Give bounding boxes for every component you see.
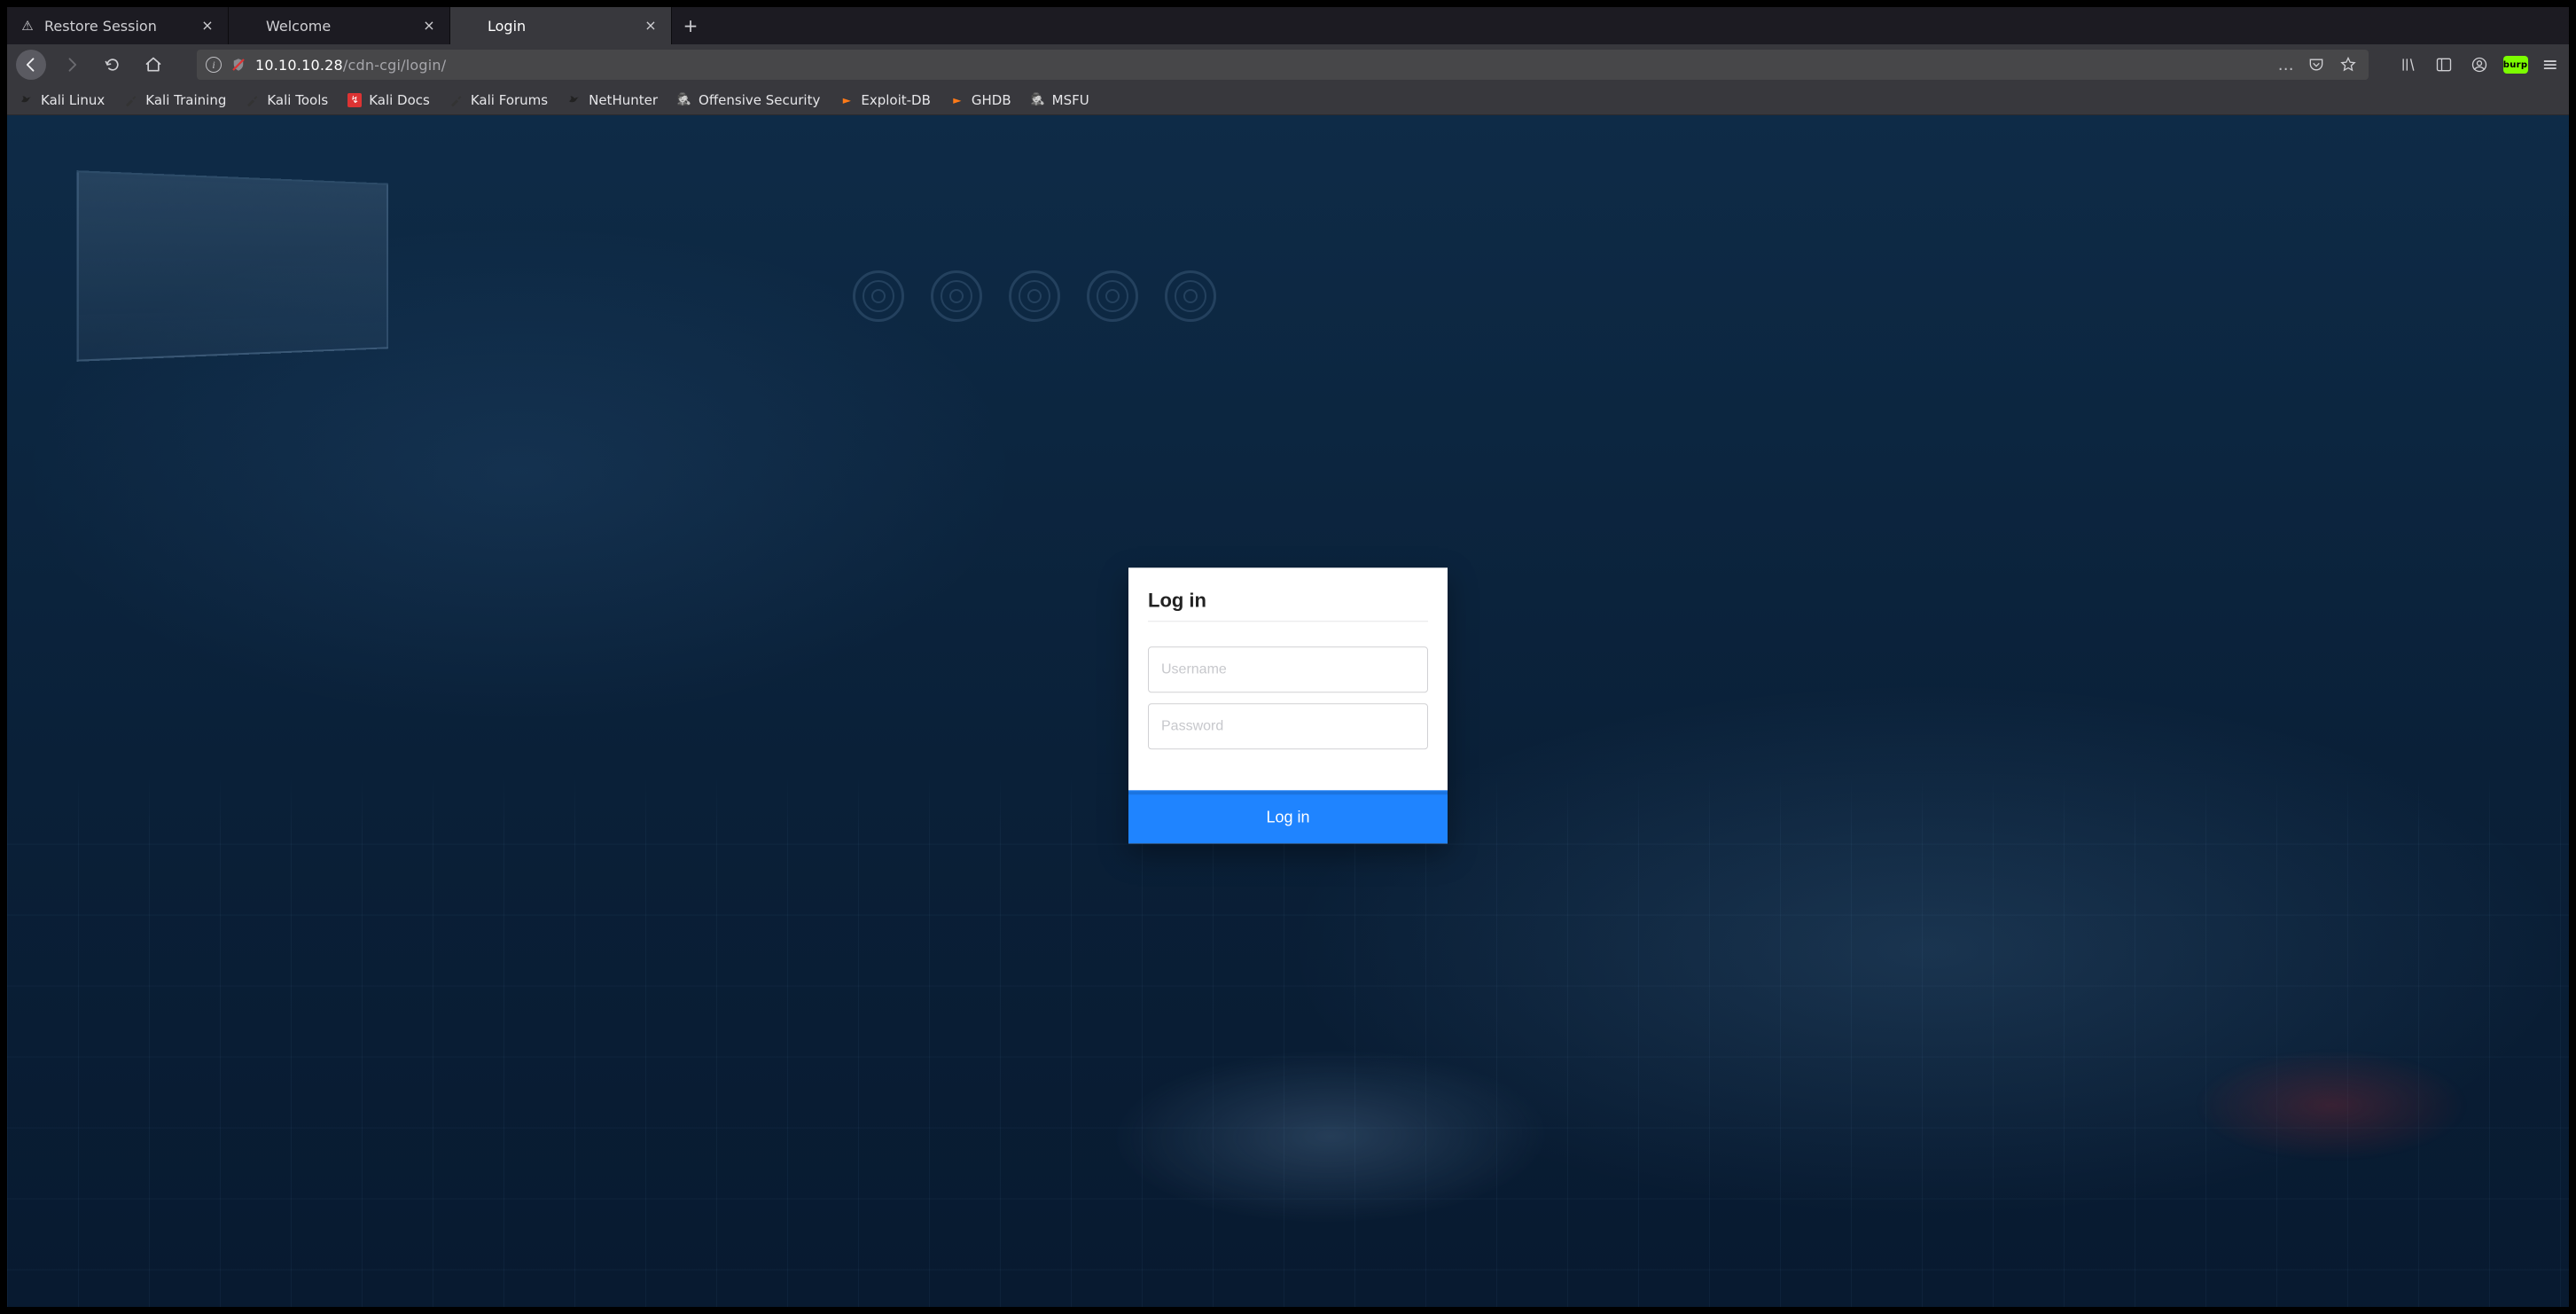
knife-icon <box>124 93 138 107</box>
new-tab-button[interactable]: + <box>672 7 709 44</box>
page-viewport: Log in Log in <box>7 115 2569 1307</box>
sync-icon <box>2471 56 2488 74</box>
exploitdb-icon <box>839 93 854 107</box>
knife-icon <box>449 93 464 107</box>
pocket-icon <box>2307 56 2325 74</box>
tab-label: Welcome <box>266 18 412 35</box>
site-info-icon[interactable]: i <box>206 57 222 73</box>
tab-strip: ⚠ Restore Session × Welcome × Login × + <box>7 7 2569 44</box>
docs-icon <box>347 93 362 107</box>
divider <box>1148 621 1428 622</box>
bg-wheel-row <box>853 270 1216 322</box>
close-icon[interactable]: × <box>199 18 215 34</box>
nav-toolbar: i 10.10.10.28/cdn-cgi/login/ … <box>7 44 2569 85</box>
bookmark-label: Kali Docs <box>369 92 430 108</box>
bookmarks-bar: Kali Linux Kali Training Kali Tools Kali… <box>7 85 2569 115</box>
forward-icon <box>63 56 81 74</box>
blank-favicon <box>463 18 479 34</box>
bookmark-kali-docs[interactable]: Kali Docs <box>347 92 430 108</box>
close-icon[interactable]: × <box>421 18 437 34</box>
warning-icon: ⚠ <box>20 18 35 34</box>
bookmark-ghdb[interactable]: GHDB <box>950 92 1011 108</box>
star-icon <box>2339 56 2357 74</box>
blank-favicon <box>241 18 257 34</box>
library-button[interactable] <box>2397 53 2420 76</box>
url-host: 10.10.10.28 <box>255 57 343 74</box>
bookmark-kali-tools[interactable]: Kali Tools <box>246 92 328 108</box>
pocket-button[interactable] <box>2305 53 2328 76</box>
tab-label: Login <box>488 18 634 35</box>
toolbar-right-icons: burp ≡ <box>2397 53 2560 76</box>
bookmark-offensive-security[interactable]: Offensive Security <box>677 92 820 108</box>
url-text: 10.10.10.28/cdn-cgi/login/ <box>255 57 2269 74</box>
home-icon <box>144 56 162 74</box>
bookmark-label: Kali Linux <box>41 92 105 108</box>
bg-wheel <box>853 270 904 322</box>
bg-wheel <box>1009 270 1060 322</box>
bookmark-nethunter[interactable]: NetHunter <box>567 92 658 108</box>
forward-button <box>57 50 87 80</box>
bookmark-label: GHDB <box>972 92 1011 108</box>
password-input[interactable] <box>1148 703 1428 749</box>
bookmark-label: Kali Tools <box>267 92 328 108</box>
tab-label: Restore Session <box>44 18 191 35</box>
bg-wheel <box>1165 270 1216 322</box>
knife-icon <box>246 93 260 107</box>
bookmark-label: Kali Training <box>145 92 226 108</box>
library-icon <box>2400 56 2417 74</box>
bookmark-label: NetHunter <box>589 92 658 108</box>
url-bar[interactable]: i 10.10.10.28/cdn-cgi/login/ … <box>197 50 2369 80</box>
dragon-icon <box>20 93 34 107</box>
url-path: /cdn-cgi/login/ <box>343 57 446 74</box>
close-icon[interactable]: × <box>643 18 659 34</box>
tracking-shield-off-icon[interactable] <box>230 57 246 73</box>
ghdb-icon <box>950 93 964 107</box>
bookmark-label: Kali Forums <box>471 92 548 108</box>
reload-icon <box>104 56 121 74</box>
sidebar-icon <box>2435 56 2453 74</box>
back-icon <box>22 56 40 74</box>
bookmark-exploit-db[interactable]: Exploit-DB <box>839 92 931 108</box>
offsec-icon <box>677 93 691 107</box>
bookmark-star-button[interactable] <box>2337 53 2360 76</box>
bookmark-label: MSFU <box>1052 92 1089 108</box>
bookmark-label: Exploit-DB <box>861 92 931 108</box>
bg-screen-shape <box>76 170 387 362</box>
login-submit-button[interactable]: Log in <box>1128 790 1448 843</box>
bookmark-kali-linux[interactable]: Kali Linux <box>20 92 105 108</box>
bg-wheel <box>931 270 982 322</box>
bg-car-shape <box>1075 1014 1711 1236</box>
tab-login[interactable]: Login × <box>450 7 672 44</box>
back-button[interactable] <box>16 50 46 80</box>
page-actions-more-icon[interactable]: … <box>2278 56 2296 74</box>
tab-restore-session[interactable]: ⚠ Restore Session × <box>7 7 229 44</box>
sync-account-button[interactable] <box>2468 53 2491 76</box>
msfu-icon <box>1031 93 1045 107</box>
dragon-icon <box>567 93 582 107</box>
burp-extension-badge[interactable]: burp <box>2503 56 2528 74</box>
bookmark-msfu[interactable]: MSFU <box>1031 92 1089 108</box>
home-button[interactable] <box>138 50 168 80</box>
bg-car-shape-2 <box>2145 1032 2517 1165</box>
bookmark-label: Offensive Security <box>699 92 820 108</box>
bg-wheel <box>1087 270 1138 322</box>
login-card: Log in Log in <box>1128 567 1448 843</box>
sidebar-toggle-button[interactable] <box>2432 53 2455 76</box>
bookmark-kali-forums[interactable]: Kali Forums <box>449 92 548 108</box>
app-menu-button[interactable]: ≡ <box>2541 54 2560 76</box>
reload-button[interactable] <box>98 50 128 80</box>
browser-window: ⚠ Restore Session × Welcome × Login × + <box>0 0 2576 1314</box>
username-input[interactable] <box>1148 646 1428 692</box>
login-heading: Log in <box>1148 589 1428 612</box>
tab-welcome[interactable]: Welcome × <box>229 7 450 44</box>
bookmark-kali-training[interactable]: Kali Training <box>124 92 226 108</box>
